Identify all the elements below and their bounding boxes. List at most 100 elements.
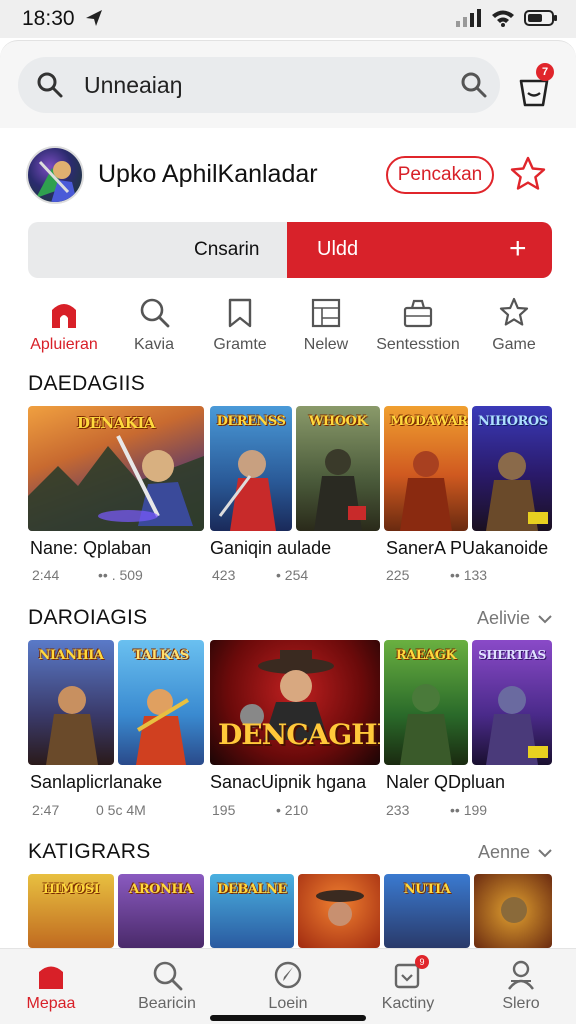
segment-left-label: Cnsarin (194, 239, 260, 260)
nav-inbox[interactable]: 9 Kactiny (353, 955, 463, 1017)
tab-kavia[interactable]: Kavia (104, 290, 204, 366)
nav-profile[interactable]: Slero (466, 959, 576, 1017)
nav-label: Loein (268, 995, 308, 1012)
plus-icon[interactable]: + (509, 232, 527, 266)
status-icons (456, 9, 558, 27)
game-stat: 0 5c 4M (96, 802, 146, 818)
game-card[interactable]: ARONHA (118, 874, 204, 948)
segment-right-label: Uldd (317, 238, 359, 260)
cart-badge: 7 (536, 63, 554, 81)
card-title: SHERTIAS (478, 648, 546, 662)
tab-apluieran[interactable]: Apluieran (14, 290, 114, 366)
signal-icon (456, 9, 481, 27)
card-title: RAEAGK (395, 648, 457, 663)
game-name[interactable]: Naler QDpluan (386, 772, 505, 793)
game-stat: 2:44 (32, 567, 60, 583)
bookmark-icon (228, 298, 252, 328)
bottom-nav: Mepaa Bearicin Loein 9 Kactiny Slero (0, 948, 576, 1024)
status-bar: 18:30 (0, 0, 576, 38)
game-stat: • 254 (276, 567, 309, 583)
home-indicator (210, 1015, 366, 1021)
nav-search[interactable]: Bearicin (112, 959, 222, 1017)
card-title: TALKAS (133, 648, 189, 663)
segment-right[interactable]: Uldd + (287, 222, 552, 278)
game-stat: •• 199 (450, 802, 488, 818)
game-card[interactable]: DERENSS (210, 406, 292, 531)
game-card-featured[interactable]: DENCAGHIA (210, 640, 380, 765)
game-stat: •• 133 (450, 567, 488, 583)
home-icon (39, 966, 63, 989)
game-stat: •• . 509 (98, 567, 143, 583)
card-title: WHOOK (308, 414, 368, 429)
profile-header: Upko AphilKanladar Pencakan (0, 138, 576, 218)
game-card[interactable]: NIANHIA (28, 640, 114, 765)
game-card[interactable]: DENAKIA (28, 406, 204, 531)
game-card[interactable]: WHOOK (296, 406, 380, 531)
nav-explore[interactable]: Loein (233, 959, 343, 1017)
game-name[interactable]: SanacUipnik hgana (210, 772, 366, 793)
nav-label: Bearicin (138, 995, 196, 1012)
wifi-icon (492, 10, 514, 27)
battery-icon (524, 10, 557, 26)
card-title: DENCAGHIA (218, 718, 380, 751)
see-all-link[interactable]: Aenne (478, 842, 552, 863)
see-all-label: Aelivie (476, 608, 530, 628)
chevron-down-icon (538, 849, 552, 858)
favorite-star-icon[interactable] (508, 154, 548, 194)
game-card[interactable]: NUTIA (384, 874, 470, 948)
tab-gramte[interactable]: Gramte (190, 290, 290, 366)
tab-game[interactable]: Game (464, 290, 564, 366)
game-stat: 195 (212, 802, 236, 818)
nav-home[interactable]: Mepaa (0, 959, 106, 1017)
section-title: DAEDAGIIS (28, 372, 146, 395)
cart-button[interactable]: 7 (518, 63, 558, 107)
search-icon (140, 298, 170, 328)
card-title: NUTIA (403, 882, 451, 897)
section-title: KATIGRARS (28, 840, 151, 863)
section-title: DAROIAGIS (28, 606, 148, 629)
card-title: MODAWAR (390, 414, 468, 429)
avatar-art (36, 160, 77, 202)
game-card[interactable]: DEBALNE (210, 874, 294, 948)
game-stat: 2:47 (32, 802, 60, 818)
avatar[interactable] (26, 146, 84, 204)
tab-sentesstion[interactable]: Sentesstion (368, 290, 468, 366)
game-card[interactable] (298, 874, 380, 948)
search-value[interactable]: Unneaiaŋ (84, 72, 182, 99)
grid-icon (311, 298, 341, 328)
location-arrow-icon (86, 10, 102, 26)
game-card[interactable] (474, 874, 552, 948)
search-input[interactable]: Unneaiaŋ (18, 57, 500, 113)
nav-label: Mepaa (26, 995, 76, 1012)
search-icon (37, 72, 63, 98)
nav-label: Slero (502, 995, 540, 1012)
nav-badge: 9 (415, 955, 429, 969)
see-all-label: Aenne (477, 842, 530, 862)
game-stat: • 210 (276, 802, 309, 818)
card-title: DERENSS (216, 414, 286, 429)
see-all-link[interactable]: Aelivie (477, 608, 552, 629)
tab-label: Game (492, 336, 536, 353)
follow-button[interactable]: Pencakan (386, 156, 494, 194)
game-card[interactable]: TALKAS (118, 640, 204, 765)
tab-nelew[interactable]: Nelew (276, 290, 376, 366)
game-card[interactable]: NIHOROS (472, 406, 552, 531)
game-name[interactable]: Sanlaplicrlanake (30, 772, 162, 793)
search-submit-icon[interactable] (460, 71, 488, 99)
game-name[interactable]: Nane: Qplaban (30, 538, 151, 559)
game-card[interactable]: RAEAGK (384, 640, 468, 765)
game-art (316, 890, 364, 926)
card-title: DEBALNE (217, 882, 287, 897)
game-name[interactable]: Ganiqin aulade (210, 538, 331, 559)
segment-left[interactable]: Cnsarin (28, 222, 287, 278)
home-icon (52, 304, 76, 328)
game-name[interactable]: SanerA PUakanoide (386, 538, 548, 559)
game-card[interactable]: HIMOSI (28, 874, 114, 948)
game-stat: 225 (386, 567, 410, 583)
game-card[interactable]: MODAWAR (384, 406, 468, 531)
user-icon (508, 960, 534, 990)
game-stat: 233 (386, 802, 410, 818)
game-card[interactable]: SHERTIAS (472, 640, 552, 765)
category-tabs: Apluieran Kavia Gramte Nelew Sentesstion… (0, 290, 576, 366)
chevron-down-icon (538, 615, 552, 624)
